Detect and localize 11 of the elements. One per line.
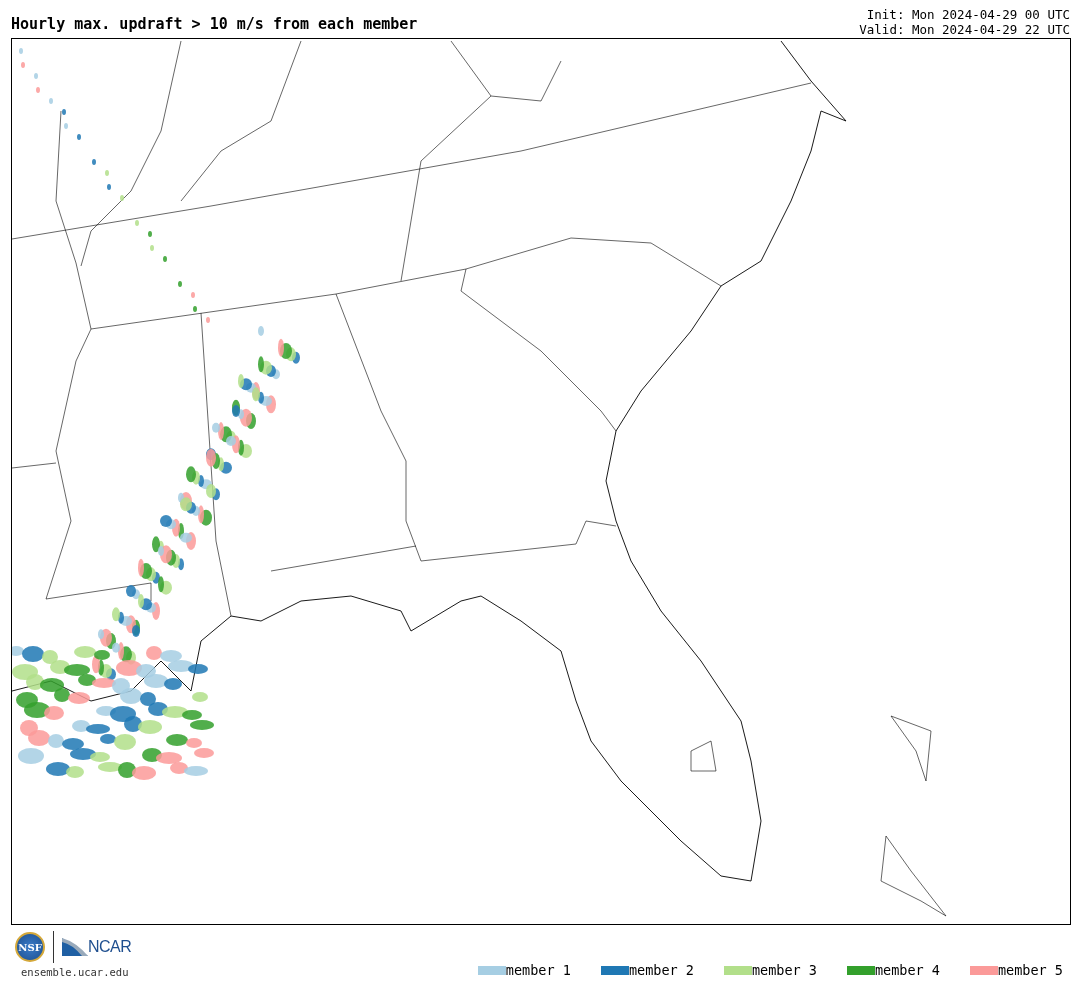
ncar-logo: NCAR (62, 938, 132, 956)
legend-label: member 2 (628, 962, 694, 978)
legend-label: member 3 (751, 962, 817, 978)
nsf-logo: NSF (15, 932, 45, 962)
init-time: Init: Mon 2024-04-29 00 UTC (866, 7, 1070, 22)
legend-label: member 1 (505, 962, 571, 978)
legend-label: member 5 (997, 962, 1063, 978)
site-url: ensemble.ucar.edu (20, 966, 130, 978)
plot-title: Hourly max. updraft > 10 m/s from each member (11, 15, 418, 35)
legend-label: member 4 (874, 962, 940, 978)
valid-time: Valid: Mon 2024-04-29 22 UTC (859, 22, 1070, 37)
